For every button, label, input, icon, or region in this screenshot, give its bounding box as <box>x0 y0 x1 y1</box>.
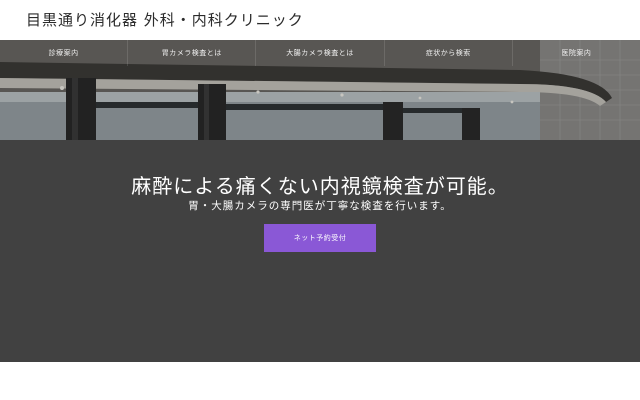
hero-photo: 診療案内 胃カメラ検査とは 大腸カメラ検査とは 症状から検索 医院案内 <box>0 40 640 140</box>
nav-item-consultation[interactable]: 診療案内 <box>0 40 129 66</box>
below-hero-area <box>0 362 640 400</box>
hero-content: 麻酔による痛くない内視鏡検査が可能。 胃・大腸カメラの専門医が丁寧な検査を行いま… <box>0 140 640 362</box>
hero-headline: 麻酔による痛くない内視鏡検査が可能。 <box>131 174 509 198</box>
hero-section: 診療案内 胃カメラ検査とは 大腸カメラ検査とは 症状から検索 医院案内 麻酔によ… <box>0 40 640 362</box>
nav-item-clinic-info[interactable]: 医院案内 <box>513 40 640 66</box>
nav-item-gastroscopy[interactable]: 胃カメラ検査とは <box>128 40 257 66</box>
page: 目黒通り消化器 外科・内科クリニック 診療案内 胃カメラ検査とは 大腸カメラ検査… <box>0 0 640 400</box>
nav-item-symptom-search[interactable]: 症状から検索 <box>385 40 513 66</box>
site-title[interactable]: 目黒通り消化器 外科・内科クリニック <box>26 9 304 30</box>
main-nav: 診療案内 胃カメラ検査とは 大腸カメラ検査とは 症状から検索 医院案内 <box>0 40 640 66</box>
hero-subheadline: 胃・大腸カメラの専門医が丁寧な検査を行います。 <box>188 200 452 212</box>
site-header: 目黒通り消化器 外科・内科クリニック <box>0 0 640 40</box>
nav-item-colonoscopy[interactable]: 大腸カメラ検査とは <box>256 40 385 66</box>
online-reservation-button[interactable]: ネット予約受付 <box>264 224 376 252</box>
